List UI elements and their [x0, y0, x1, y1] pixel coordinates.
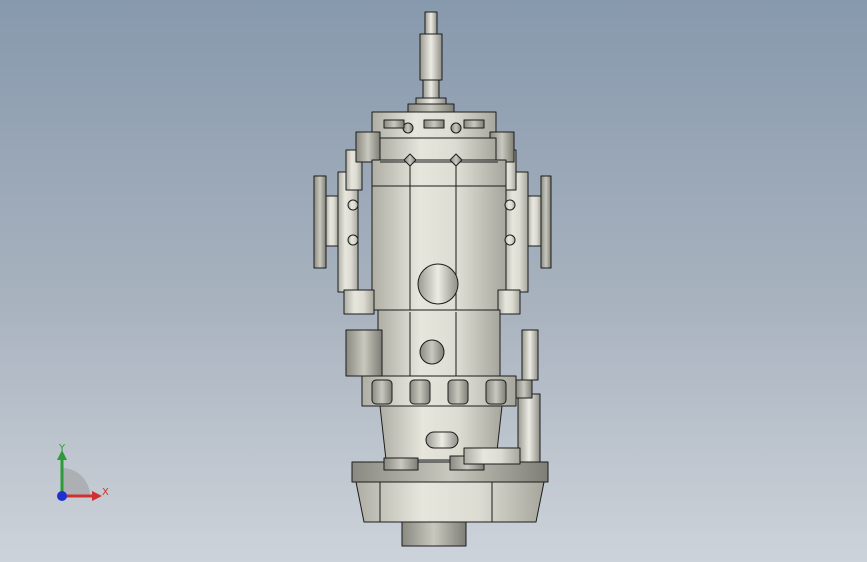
triad-x-arrow — [92, 491, 102, 501]
top-shaft — [407, 11, 455, 113]
graphics-viewport[interactable]: Y X — [0, 0, 867, 562]
middle-housing — [345, 309, 539, 407]
upper-housing — [343, 111, 521, 315]
triad-xy-plane — [62, 468, 90, 496]
coordinate-triad — [57, 450, 102, 501]
gearbox-model[interactable] — [0, 0, 867, 562]
triad-z-axis — [57, 491, 67, 501]
triad-x-label: X — [102, 487, 109, 498]
triad-y-label: Y — [59, 443, 66, 454]
right-flange — [499, 149, 552, 293]
left-flange — [313, 149, 363, 293]
